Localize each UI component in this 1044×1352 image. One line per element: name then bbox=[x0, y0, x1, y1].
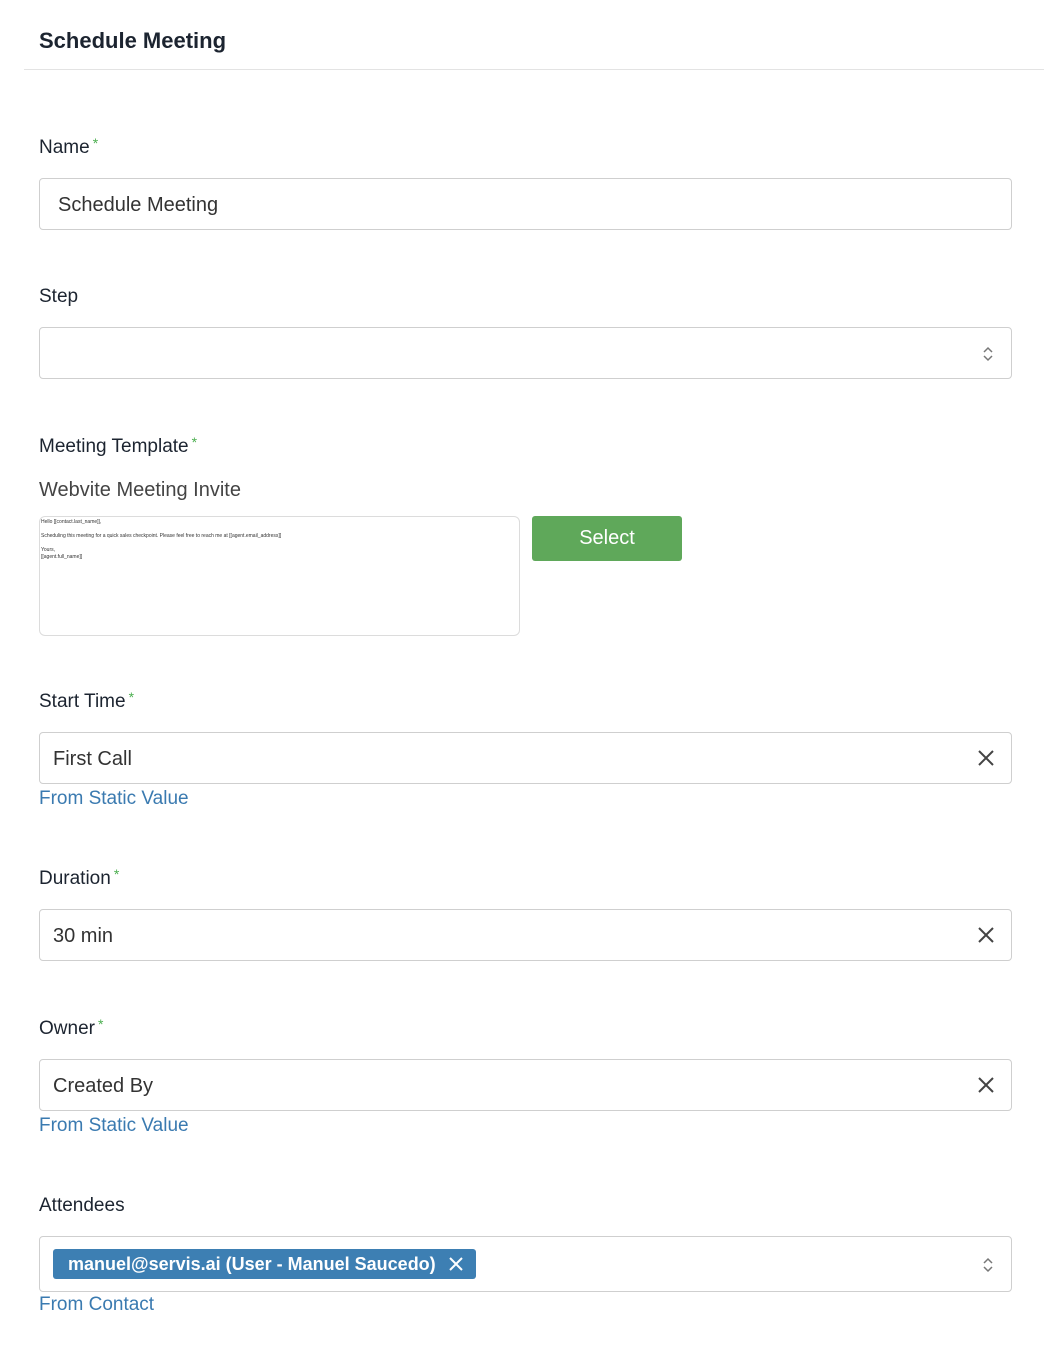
step-label: Step bbox=[39, 286, 78, 308]
template-preview-line bbox=[41, 526, 518, 533]
template-name: Webvite Meeting Invite bbox=[39, 479, 241, 501]
required-marker: * bbox=[113, 866, 120, 882]
owner-source-link[interactable]: From Static Value bbox=[39, 1115, 189, 1137]
start-time-value: First Call bbox=[53, 748, 132, 770]
attendees-label: Attendees bbox=[39, 1195, 125, 1217]
attendees-label-text: Attendees bbox=[39, 1195, 125, 1216]
close-icon[interactable] bbox=[448, 1256, 464, 1272]
start-time-label: Start Time * bbox=[39, 689, 135, 713]
template-preview-line: Yours, bbox=[41, 547, 55, 553]
attendee-chip-label: manuel@servis.ai (User - Manuel Saucedo) bbox=[68, 1254, 436, 1274]
start-time-select[interactable]: First Call bbox=[39, 732, 1012, 784]
required-marker: * bbox=[128, 689, 135, 705]
name-input[interactable]: Schedule Meeting bbox=[39, 178, 1012, 230]
required-marker: * bbox=[92, 135, 99, 151]
meeting-template-label: Meeting Template * bbox=[39, 434, 198, 458]
duration-value: 30 min bbox=[53, 925, 114, 947]
name-input-value: Schedule Meeting bbox=[58, 194, 219, 216]
duration-label-text: Duration bbox=[39, 868, 111, 889]
form-header: Schedule Meeting bbox=[24, 0, 1044, 70]
duration-select[interactable]: 30 min bbox=[39, 909, 1012, 961]
select-template-button[interactable]: Select bbox=[532, 516, 682, 561]
attendee-chip: manuel@servis.ai (User - Manuel Saucedo) bbox=[53, 1249, 476, 1279]
close-icon[interactable] bbox=[975, 924, 997, 946]
name-label-text: Name bbox=[39, 137, 90, 158]
close-icon[interactable] bbox=[975, 1074, 997, 1096]
close-icon[interactable] bbox=[975, 747, 997, 769]
attendees-multiselect[interactable]: manuel@servis.ai (User - Manuel Saucedo) bbox=[39, 1236, 1012, 1292]
step-label-text: Step bbox=[39, 286, 79, 307]
chevron-up-down-icon bbox=[983, 1257, 993, 1273]
step-select[interactable] bbox=[39, 327, 1012, 379]
schedule-meeting-form: Schedule Meeting Name * Schedule Meeting … bbox=[0, 0, 1044, 1352]
chevron-up-down-icon bbox=[983, 346, 993, 362]
attendees-source-link[interactable]: From Contact bbox=[39, 1294, 154, 1316]
required-marker: * bbox=[191, 434, 198, 450]
template-preview-line bbox=[41, 540, 518, 547]
owner-value: Created By bbox=[53, 1075, 154, 1097]
name-label: Name * bbox=[39, 135, 99, 159]
owner-select[interactable]: Created By bbox=[39, 1059, 1012, 1111]
meeting-template-label-text: Meeting Template bbox=[39, 436, 189, 457]
template-preview-line: Scheduling this meeting for a quick sale… bbox=[41, 533, 282, 539]
template-preview-line: Hello [[contact.last_name]], bbox=[41, 519, 102, 525]
start-time-source-link[interactable]: From Static Value bbox=[39, 788, 189, 810]
template-preview: Hello [[contact.last_name]], Scheduling … bbox=[39, 516, 520, 636]
start-time-label-text: Start Time bbox=[39, 691, 126, 712]
required-marker: * bbox=[97, 1016, 104, 1032]
duration-label: Duration * bbox=[39, 866, 120, 890]
owner-label-text: Owner bbox=[39, 1018, 95, 1039]
page-title: Schedule Meeting bbox=[39, 28, 227, 53]
template-preview-line: [[agent.full_name]] bbox=[41, 554, 83, 560]
owner-label: Owner * bbox=[39, 1016, 104, 1040]
